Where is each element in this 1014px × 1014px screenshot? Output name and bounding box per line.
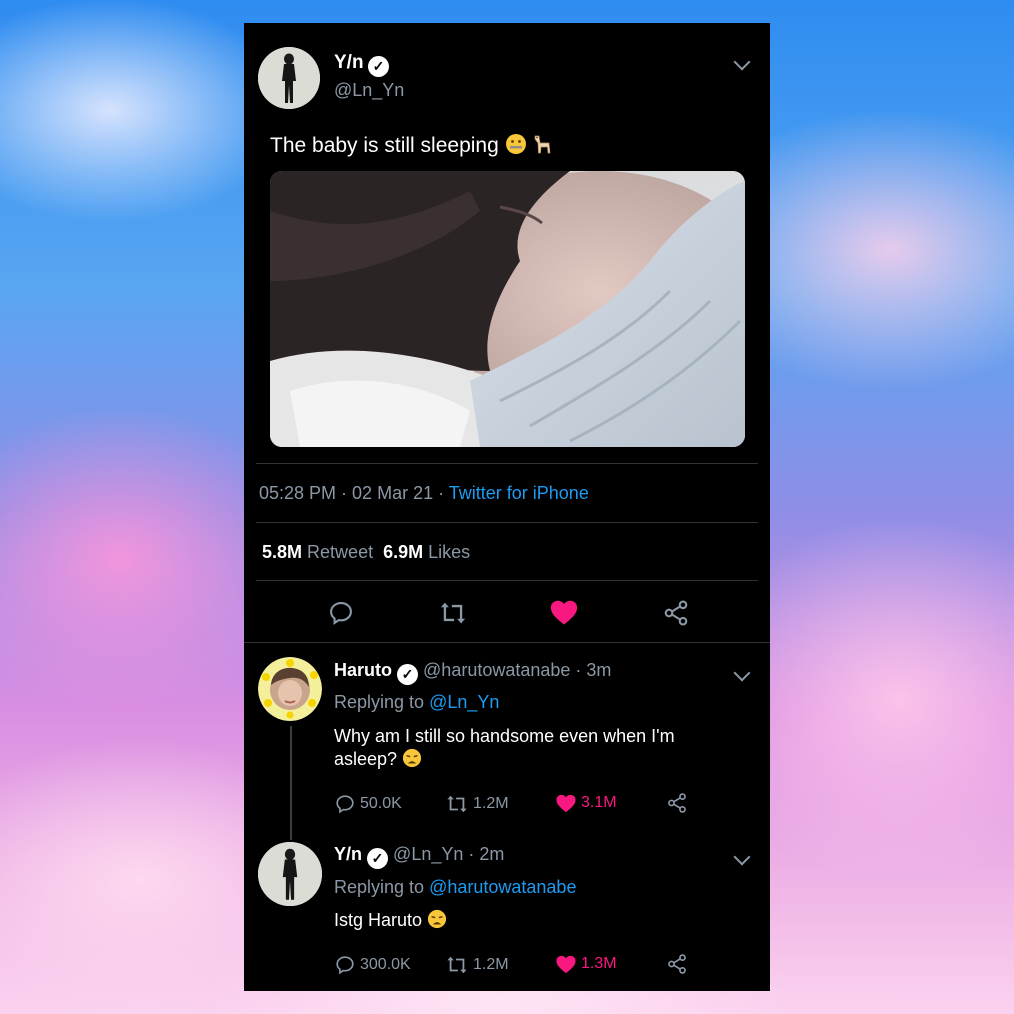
reply-text-row: Why am I still so handsome even when I'm… (334, 725, 734, 771)
reply-author-name[interactable]: Y/n (334, 844, 362, 864)
like-icon (556, 955, 576, 974)
timestamp-row: 05:28 PM · 02 Mar 21 · Twitter for iPhon… (259, 483, 589, 503)
reply-header: Y/n ✓ @Ln_Yn · 2m (334, 844, 504, 869)
engagement-counts: 5.8M Retweet 6.9M Likes (262, 542, 470, 563)
reply-text: Why am I still so handsome even when I'm… (334, 726, 675, 769)
reply-author-handle[interactable]: @harutowatanabe (423, 660, 570, 680)
retweets-label: Retweet (307, 542, 374, 562)
reply-text-row: Istg Haruto (334, 909, 447, 931)
weary-face-emoji-icon (427, 909, 447, 929)
tweet-photo[interactable] (270, 171, 745, 447)
weary-face-emoji-icon (402, 748, 422, 768)
reply-count: 300.0K (360, 956, 411, 973)
share-icon (668, 954, 686, 974)
share-icon (664, 600, 688, 626)
divider (256, 522, 758, 523)
like-count: 3.1M (581, 794, 617, 811)
author-name-row: Y/n ✓ (334, 52, 390, 77)
likes-count-link[interactable]: 6.9M Likes (383, 542, 470, 562)
likes-count: 6.9M (383, 542, 424, 562)
llama-emoji-icon (532, 133, 554, 155)
replying-to-label: Replying to (334, 877, 425, 897)
retweet-count: 1.2M (473, 956, 509, 973)
reply-time[interactable]: 2m (479, 844, 504, 864)
reply-header: Haruto ✓ @harutowatanabe · 3m (334, 660, 611, 685)
likes-label: Likes (428, 542, 471, 562)
chevron-down-icon[interactable] (733, 848, 751, 866)
chevron-down-icon[interactable] (733, 664, 751, 682)
share-button[interactable] (662, 599, 690, 627)
verified-badge-icon: ✓ (368, 56, 390, 77)
verified-badge-icon: ✓ (367, 848, 389, 869)
replying-to-handle[interactable]: @Ln_Yn (429, 692, 499, 712)
reply-button[interactable] (327, 599, 355, 627)
like-icon (556, 794, 576, 813)
divider (256, 580, 758, 581)
retweet-button[interactable] (438, 599, 468, 627)
retweet-icon (447, 795, 467, 813)
reply-avatar-haruto[interactable] (258, 657, 322, 721)
like-button[interactable]: 1.3M (555, 954, 617, 974)
like-icon (550, 600, 578, 625)
retweet-button[interactable]: 1.2M (445, 793, 509, 815)
like-count: 1.3M (581, 955, 617, 972)
retweets-count: 5.8M (262, 542, 303, 562)
reply-icon (336, 795, 354, 814)
thread-line (290, 726, 292, 840)
share-icon (668, 793, 686, 813)
reply-avatar-yn[interactable] (258, 842, 322, 906)
reply-button[interactable]: 300.0K (334, 954, 411, 976)
share-button[interactable] (666, 953, 688, 975)
reply-author-handle[interactable]: @Ln_Yn (393, 844, 463, 864)
chevron-down-icon[interactable] (733, 53, 751, 71)
zipper-mouth-emoji-icon (505, 133, 527, 155)
like-button[interactable] (549, 598, 579, 626)
tweet-thread-card: Y/n ✓ @Ln_Yn The baby is still sleeping (244, 23, 770, 991)
retweet-count: 1.2M (473, 795, 509, 812)
retweet-button[interactable]: 1.2M (445, 954, 509, 976)
replying-to-row: Replying to @Ln_Yn (334, 692, 499, 713)
tweet-source[interactable]: Twitter for iPhone (449, 483, 589, 503)
reply-time[interactable]: 3m (586, 660, 611, 680)
reply-count: 50.0K (360, 795, 402, 812)
tweet-date[interactable]: 02 Mar 21 (352, 483, 433, 503)
retweet-icon (440, 602, 466, 624)
reply-button[interactable]: 50.0K (334, 793, 402, 815)
replying-to-label: Replying to (334, 692, 425, 712)
tweet-text: The baby is still sleeping (270, 134, 499, 157)
retweets-count-link[interactable]: 5.8M Retweet (262, 542, 373, 562)
share-button[interactable] (666, 792, 688, 814)
tweet-time[interactable]: 05:28 PM (259, 483, 336, 503)
reply-icon (330, 602, 352, 625)
author-name[interactable]: Y/n (334, 52, 364, 73)
author-handle[interactable]: @Ln_Yn (334, 80, 404, 101)
verified-badge-icon: ✓ (397, 664, 419, 685)
author-avatar[interactable] (258, 47, 320, 109)
divider (256, 463, 758, 464)
reply-text: Istg Haruto (334, 910, 423, 930)
divider (244, 642, 770, 643)
like-button[interactable]: 3.1M (555, 793, 617, 813)
reply-author-name[interactable]: Haruto (334, 660, 392, 680)
reply-icon (336, 956, 354, 975)
tweet-text-row: The baby is still sleeping (270, 133, 554, 158)
replying-to-handle[interactable]: @harutowatanabe (429, 877, 576, 897)
replying-to-row: Replying to @harutowatanabe (334, 877, 576, 898)
retweet-icon (447, 956, 467, 974)
